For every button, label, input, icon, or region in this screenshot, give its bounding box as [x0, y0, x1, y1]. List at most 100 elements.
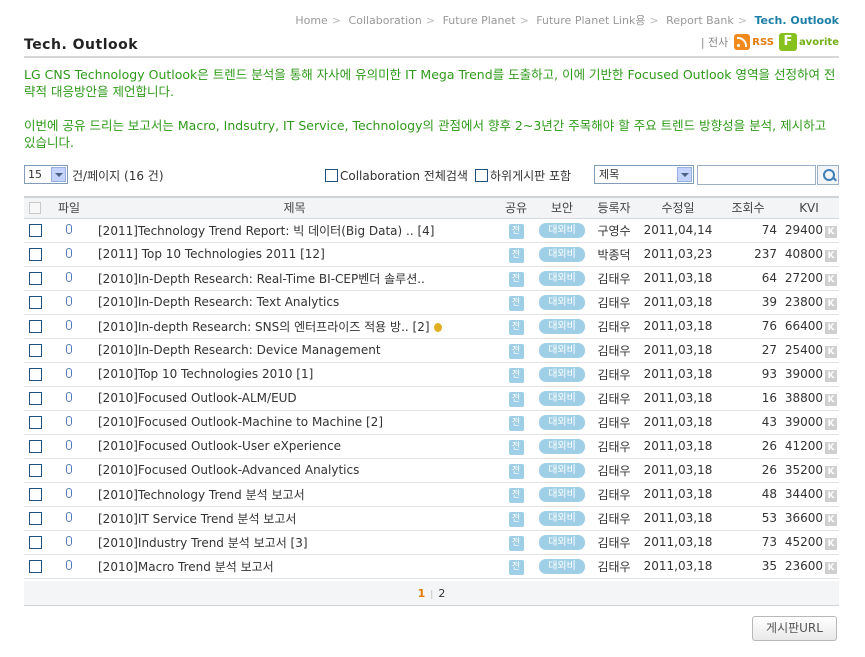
- collab-search-checkbox[interactable]: [325, 169, 338, 182]
- table-row[interactable]: [2010]Focused Outlook-ALM/EUD 전 대외비 김태우 2011…: [24, 386, 839, 410]
- rss-icon[interactable]: [734, 34, 751, 50]
- row-checkbox[interactable]: [28, 320, 42, 333]
- row-file-cell[interactable]: [46, 338, 92, 362]
- header-views[interactable]: 조회수: [717, 197, 779, 218]
- row-title-link[interactable]: [2010]Focused Outlook-Machine to Machine…: [98, 415, 383, 429]
- row-file-cell[interactable]: [46, 266, 92, 290]
- row-title-cell[interactable]: [2010]IT Service Trend 분석 보고서: [92, 506, 497, 530]
- row-checkbox[interactable]: [28, 536, 42, 549]
- table-row[interactable]: [2010]Focused Outlook-User eXperience 전 대외…: [24, 434, 839, 458]
- row-title-cell[interactable]: [2010]Top 10 Technologies 2010 [1]: [92, 362, 497, 386]
- row-file-cell[interactable]: [46, 506, 92, 530]
- header-select-all[interactable]: [24, 197, 46, 218]
- paperclip-icon[interactable]: [66, 512, 72, 522]
- row-title-cell[interactable]: [2010]Focused Outlook-ALM/EUD: [92, 386, 497, 410]
- paperclip-icon[interactable]: [66, 272, 72, 282]
- row-select-cell[interactable]: [24, 434, 46, 458]
- paperclip-icon[interactable]: [66, 416, 72, 426]
- table-row[interactable]: [2010]In-depth Research: SNS의 엔터프라이즈 적용 …: [24, 314, 839, 338]
- row-title-link[interactable]: [2010]In-Depth Research: Device Manageme…: [98, 343, 381, 357]
- row-title-link[interactable]: [2010]IT Service Trend 분석 보고서: [98, 512, 296, 526]
- paperclip-icon[interactable]: [66, 248, 72, 258]
- paperclip-icon[interactable]: [66, 440, 72, 450]
- row-checkbox[interactable]: [28, 416, 42, 429]
- row-title-link[interactable]: [2010]Industry Trend 분석 보고서 [3]: [98, 536, 308, 550]
- table-row[interactable]: [2011]Technology Trend Report: 빅 데이터(Big…: [24, 218, 839, 242]
- company-wide-link[interactable]: | 전사: [701, 34, 728, 50]
- table-row[interactable]: [2011] Top 10 Technologies 2011 [12] 전 대외비…: [24, 242, 839, 266]
- row-file-cell[interactable]: [46, 290, 92, 314]
- row-file-cell[interactable]: [46, 362, 92, 386]
- row-title-link[interactable]: [2010]In-Depth Research: Real-Time BI-CE…: [98, 272, 425, 286]
- favorite-label[interactable]: avorite: [799, 37, 839, 48]
- row-title-cell[interactable]: [2010]Macro Trend 분석 보고서: [92, 554, 497, 578]
- row-title-cell[interactable]: [2010]In-Depth Research: Device Manageme…: [92, 338, 497, 362]
- page-2-link[interactable]: 2: [438, 587, 445, 600]
- row-author[interactable]: 박종덕: [589, 242, 639, 266]
- row-title-cell[interactable]: [2011]Technology Trend Report: 빅 데이터(Big…: [92, 218, 497, 242]
- row-author[interactable]: 김태우: [589, 458, 639, 482]
- header-title[interactable]: 제목: [92, 197, 497, 218]
- row-select-cell[interactable]: [24, 386, 46, 410]
- paperclip-icon[interactable]: [66, 488, 72, 498]
- row-file-cell[interactable]: [46, 434, 92, 458]
- row-file-cell[interactable]: [46, 314, 92, 338]
- row-file-cell[interactable]: [46, 386, 92, 410]
- row-author[interactable]: 김태우: [589, 362, 639, 386]
- table-row[interactable]: [2010]Macro Trend 분석 보고서 전 대외비 김태우 2011,03,1…: [24, 554, 839, 578]
- include-sub-option[interactable]: 하위게시판 포함: [475, 167, 571, 184]
- table-row[interactable]: [2010]Focused Outlook-Machine to Machine…: [24, 410, 839, 434]
- row-title-link[interactable]: [2010]Technology Trend 분석 보고서: [98, 488, 305, 502]
- row-checkbox[interactable]: [28, 392, 42, 405]
- table-row[interactable]: [2010]In-Depth Research: Real-Time BI-CE…: [24, 266, 839, 290]
- row-author[interactable]: 김태우: [589, 410, 639, 434]
- paperclip-icon[interactable]: [66, 536, 72, 546]
- row-select-cell[interactable]: [24, 410, 46, 434]
- search-icon[interactable]: [817, 165, 839, 185]
- row-file-cell[interactable]: [46, 458, 92, 482]
- kvi-badge[interactable]: K: [825, 441, 837, 454]
- kvi-badge[interactable]: K: [825, 561, 837, 574]
- row-checkbox[interactable]: [28, 560, 42, 573]
- row-title-cell[interactable]: [2010]In-Depth Research: Real-Time BI-CE…: [92, 266, 497, 290]
- row-title-cell[interactable]: [2010]Industry Trend 분석 보고서 [3]: [92, 530, 497, 554]
- row-checkbox[interactable]: [28, 440, 42, 453]
- row-author[interactable]: 김태우: [589, 506, 639, 530]
- row-select-cell[interactable]: [24, 362, 46, 386]
- row-checkbox[interactable]: [28, 296, 42, 309]
- chevron-down-icon[interactable]: [51, 167, 66, 182]
- row-title-link[interactable]: [2011] Top 10 Technologies 2011 [12]: [98, 247, 325, 261]
- row-checkbox[interactable]: [28, 512, 42, 525]
- kvi-badge[interactable]: K: [825, 537, 837, 550]
- search-input[interactable]: [697, 165, 816, 185]
- paperclip-icon[interactable]: [66, 224, 72, 234]
- paperclip-icon[interactable]: [66, 368, 72, 378]
- header-date[interactable]: 수정일: [639, 197, 717, 218]
- row-file-cell[interactable]: [46, 554, 92, 578]
- breadcrumb-collaboration[interactable]: Collaboration: [349, 14, 422, 27]
- paperclip-icon[interactable]: [66, 560, 72, 570]
- row-title-link[interactable]: [2010]In-Depth Research: Text Analytics: [98, 295, 339, 309]
- row-file-cell[interactable]: [46, 482, 92, 506]
- breadcrumb-home[interactable]: Home: [295, 14, 327, 27]
- kvi-badge[interactable]: K: [825, 513, 837, 526]
- row-select-cell[interactable]: [24, 338, 46, 362]
- row-author[interactable]: 김태우: [589, 290, 639, 314]
- favorite-icon[interactable]: F: [778, 33, 797, 51]
- row-file-cell[interactable]: [46, 242, 92, 266]
- row-author[interactable]: 김태우: [589, 554, 639, 578]
- row-checkbox[interactable]: [28, 272, 42, 285]
- row-title-link[interactable]: [2010]Focused Outlook-ALM/EUD: [98, 391, 297, 405]
- row-title-link[interactable]: [2010]Focused Outlook-User eXperience: [98, 439, 341, 453]
- table-row[interactable]: [2010]Industry Trend 분석 보고서 [3] 전 대외비 김태우 20…: [24, 530, 839, 554]
- row-title-cell[interactable]: [2011] Top 10 Technologies 2011 [12]: [92, 242, 497, 266]
- row-file-cell[interactable]: [46, 218, 92, 242]
- include-sub-checkbox[interactable]: [475, 169, 488, 182]
- chevron-down-icon[interactable]: [677, 167, 692, 182]
- row-title-cell[interactable]: [2010]Focused Outlook-Machine to Machine…: [92, 410, 497, 434]
- paperclip-icon[interactable]: [66, 296, 72, 306]
- kvi-badge[interactable]: K: [825, 249, 837, 262]
- row-author[interactable]: 김태우: [589, 482, 639, 506]
- row-file-cell[interactable]: [46, 410, 92, 434]
- row-checkbox[interactable]: [28, 464, 42, 477]
